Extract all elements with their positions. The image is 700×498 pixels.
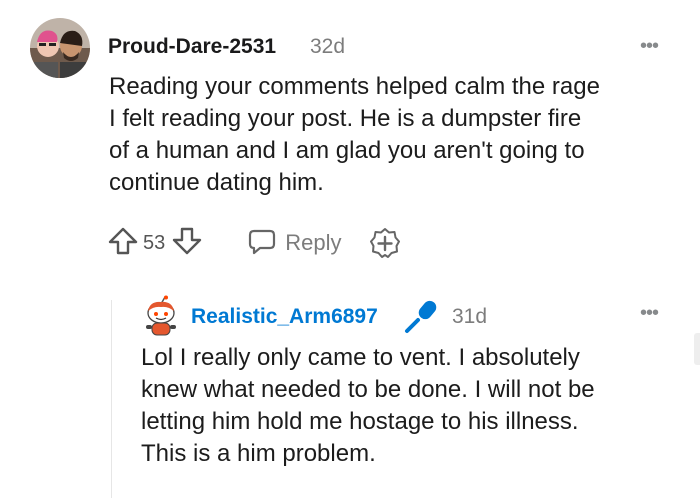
more-dots-icon[interactable]: ••• (640, 35, 659, 58)
reply-line: Lol I really only came to vent. I absolu… (141, 344, 580, 371)
timestamp[interactable]: 32d (310, 35, 345, 59)
reply-line: letting him hold me hostage to his illne… (141, 408, 579, 435)
comment-line: continue dating him. (109, 169, 324, 196)
comment-line: Reading your comments helped calm the ra… (109, 73, 600, 100)
reply-avatar[interactable] (141, 295, 181, 337)
snoo-avatar-icon (146, 295, 176, 336)
vote-count: 53 (143, 231, 166, 254)
reply-timestamp[interactable]: 31d (452, 305, 487, 329)
thread-line (111, 300, 112, 498)
scroll-edge (694, 333, 700, 365)
reply-button[interactable]: Reply (247, 226, 342, 261)
reply-username[interactable]: Realistic_Arm6897 (191, 305, 378, 329)
comment-actions: 53 Reply (107, 227, 402, 259)
more-dots-icon[interactable]: ••• (640, 302, 659, 325)
plus-award-icon[interactable] (368, 226, 402, 260)
user-photo-avatar-icon (30, 18, 90, 78)
reply-label: Reply (285, 230, 342, 255)
microphone-icon (403, 298, 439, 339)
comment-line: I felt reading your post. He is a dumpst… (109, 105, 582, 132)
username[interactable]: Proud-Dare-2531 (108, 35, 276, 59)
reply-line: knew what needed to be done. I will not … (141, 376, 595, 403)
avatar[interactable] (30, 18, 90, 78)
arrow-up-icon[interactable] (107, 225, 139, 262)
arrow-down-icon[interactable] (171, 225, 203, 262)
comment-line: of a human and I am glad you aren't goin… (109, 137, 585, 164)
reply-line: This is a him problem. (141, 440, 376, 467)
chat-bubble-icon (247, 226, 277, 261)
